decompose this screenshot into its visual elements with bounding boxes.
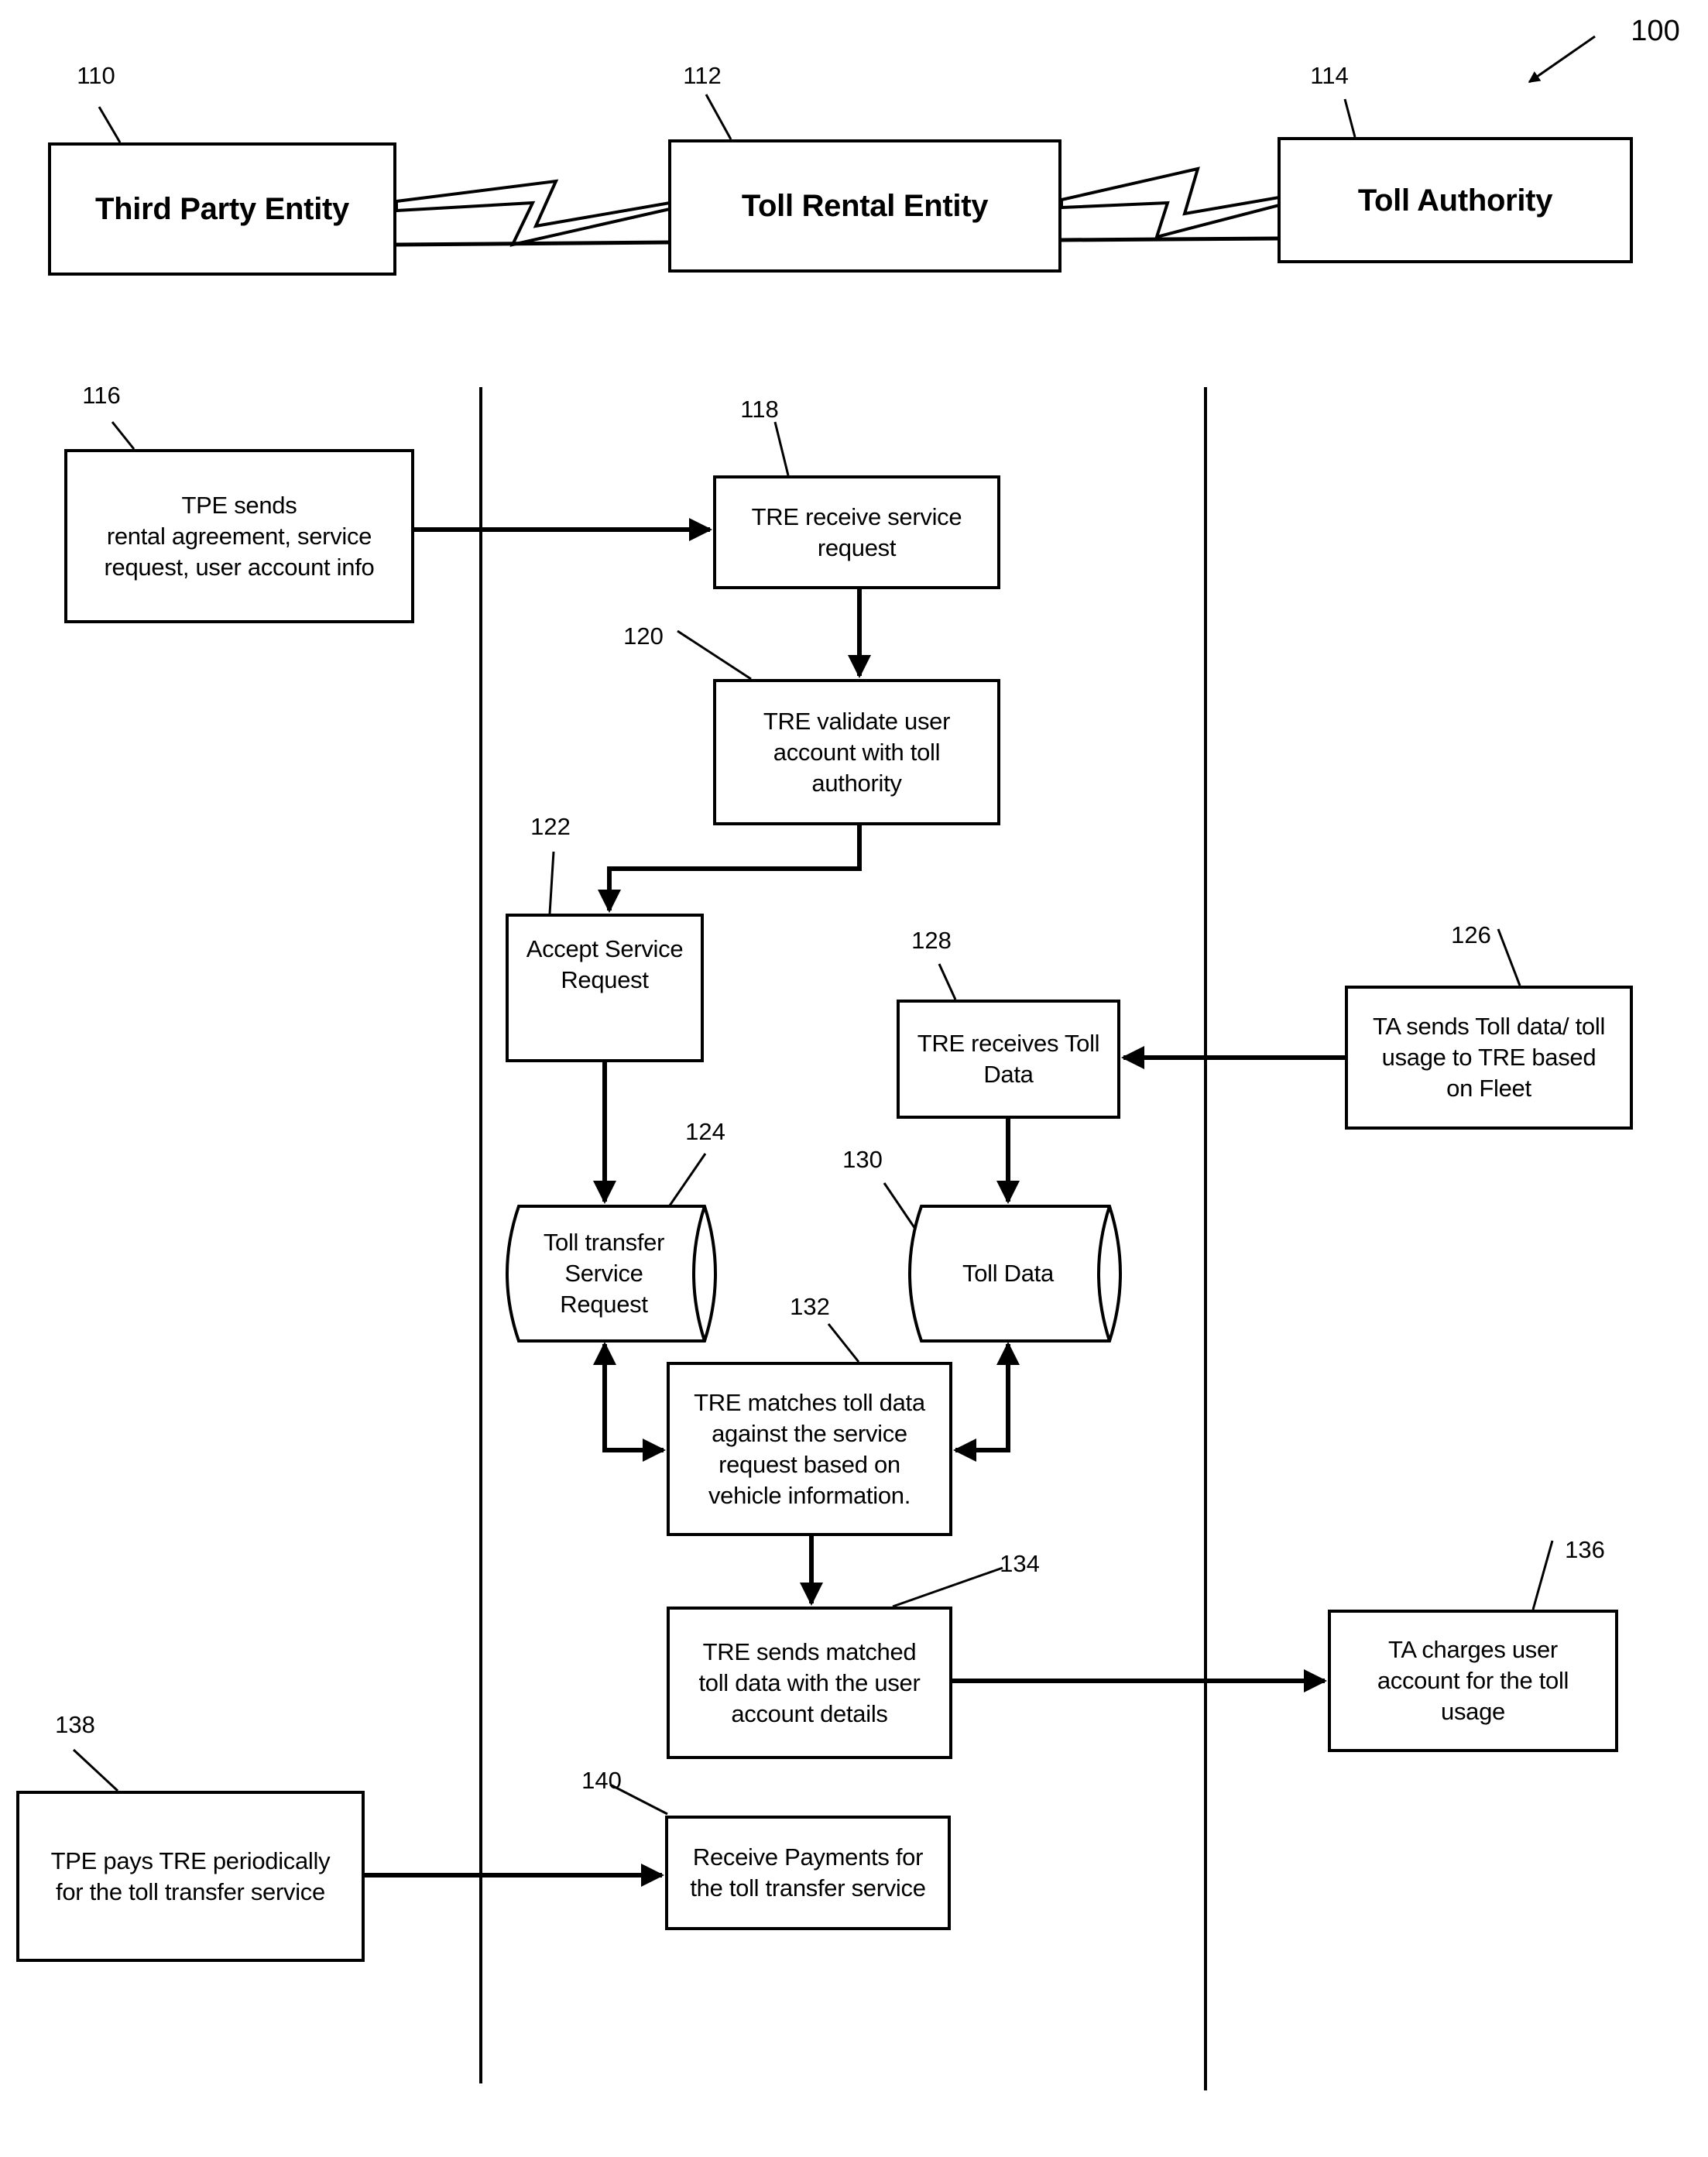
leader-134 xyxy=(892,1566,1003,1608)
leader-120 xyxy=(677,629,752,681)
entity-toll-authority: Toll Authority xyxy=(1278,137,1633,263)
datastore-130-toll-data: Toll Data xyxy=(914,1206,1103,1341)
arrow-120-to-122 xyxy=(598,825,862,913)
step-140-receive-payments: Receive Payments for the toll transfer s… xyxy=(665,1816,951,1930)
leader-138 xyxy=(72,1748,119,1792)
ref-114: 114 xyxy=(1310,62,1349,89)
entity-label: Toll Authority xyxy=(1357,183,1553,218)
link-toll-rental-to-toll-authority xyxy=(1060,166,1281,242)
figure-ref-number: 100 xyxy=(1631,15,1680,47)
step-text: Accept Service Request xyxy=(526,935,684,993)
leader-122 xyxy=(548,851,555,914)
step-text: TA sends Toll data/ toll usage to TRE ba… xyxy=(1372,1013,1606,1102)
ref-136: 136 xyxy=(1565,1536,1605,1563)
step-128-tre-receives-toll-data: TRE receives Toll Data xyxy=(897,1000,1120,1119)
leader-136 xyxy=(1531,1540,1554,1610)
step-text: TRE matches toll data against the servic… xyxy=(694,1388,925,1509)
datastore-label: Toll transfer Service Request xyxy=(543,1229,665,1318)
entity-toll-rental: Toll Rental Entity xyxy=(668,139,1061,273)
ref-116: 116 xyxy=(82,382,121,409)
leader-114 xyxy=(1343,98,1356,138)
step-text: TPE pays TRE periodically for the toll t… xyxy=(50,1847,331,1905)
ref-128: 128 xyxy=(911,927,952,954)
wireless-link-icon xyxy=(395,179,671,247)
ref-124: 124 xyxy=(685,1118,725,1145)
ref-110: 110 xyxy=(77,62,115,89)
entity-third-party: Third Party Entity xyxy=(48,142,396,276)
step-122-accept-request: Accept Service Request xyxy=(506,914,704,1062)
leader-118 xyxy=(773,421,790,476)
wired-link xyxy=(396,240,671,247)
leader-132 xyxy=(827,1323,860,1363)
step-text: TPE sends rental agreement, service requ… xyxy=(104,491,375,581)
ref-126: 126 xyxy=(1451,921,1491,948)
step-text: TRE validate user account with toll auth… xyxy=(763,707,951,797)
ref-130: 130 xyxy=(842,1146,883,1173)
leader-124 xyxy=(668,1153,707,1206)
leader-130 xyxy=(883,1182,918,1232)
arrow-130-to-132-bidirectional xyxy=(953,1342,1020,1462)
step-text: Receive Payments for the toll transfer s… xyxy=(690,1843,926,1902)
ref-120: 120 xyxy=(623,622,664,650)
ref-134: 134 xyxy=(1000,1550,1040,1577)
entity-label: Toll Rental Entity xyxy=(741,189,989,223)
datastore-label: Toll Data xyxy=(962,1260,1054,1287)
wired-link xyxy=(1061,236,1280,242)
link-third-party-to-toll-rental xyxy=(395,179,671,247)
step-136-ta-charges: TA charges user account for the toll usa… xyxy=(1328,1610,1618,1752)
datastore-124-toll-transfer-request: Toll transfer Service Request xyxy=(511,1206,697,1341)
leader-126 xyxy=(1497,928,1521,986)
arrow-124-to-132-bidirectional xyxy=(593,1342,666,1462)
wireless-link-icon xyxy=(1060,166,1281,239)
entity-label: Third Party Entity xyxy=(95,192,349,226)
ref-132: 132 xyxy=(790,1293,830,1320)
step-text: TRE receives Toll Data xyxy=(917,1030,1100,1088)
ref-138: 138 xyxy=(55,1711,95,1738)
ref-112: 112 xyxy=(683,62,722,89)
step-132-tre-matches: TRE matches toll data against the servic… xyxy=(667,1362,952,1536)
leader-128 xyxy=(938,963,957,1000)
step-118-tre-receive-request: TRE receive service request xyxy=(713,475,1000,589)
leader-110 xyxy=(98,106,122,143)
leader-112 xyxy=(705,94,732,140)
ref-140: 140 xyxy=(581,1767,622,1794)
step-text: TRE receive service request xyxy=(751,502,962,561)
ref-122: 122 xyxy=(530,813,571,840)
step-116-tpe-sends: TPE sends rental agreement, service requ… xyxy=(64,449,414,623)
step-134-tre-sends-matched: TRE sends matched toll data with the use… xyxy=(667,1607,952,1759)
step-138-tpe-pays: TPE pays TRE periodically for the toll t… xyxy=(16,1791,365,1962)
step-120-tre-validate: TRE validate user account with toll auth… xyxy=(713,679,1000,825)
step-126-ta-sends-toll-data: TA sends Toll data/ toll usage to TRE ba… xyxy=(1345,986,1633,1130)
ref-118: 118 xyxy=(740,396,779,423)
step-text: TRE sends matched toll data with the use… xyxy=(698,1637,921,1727)
leader-116 xyxy=(111,421,135,450)
figure-ref-arrow xyxy=(1528,35,1596,84)
step-text: TA charges user account for the toll usa… xyxy=(1377,1636,1569,1725)
